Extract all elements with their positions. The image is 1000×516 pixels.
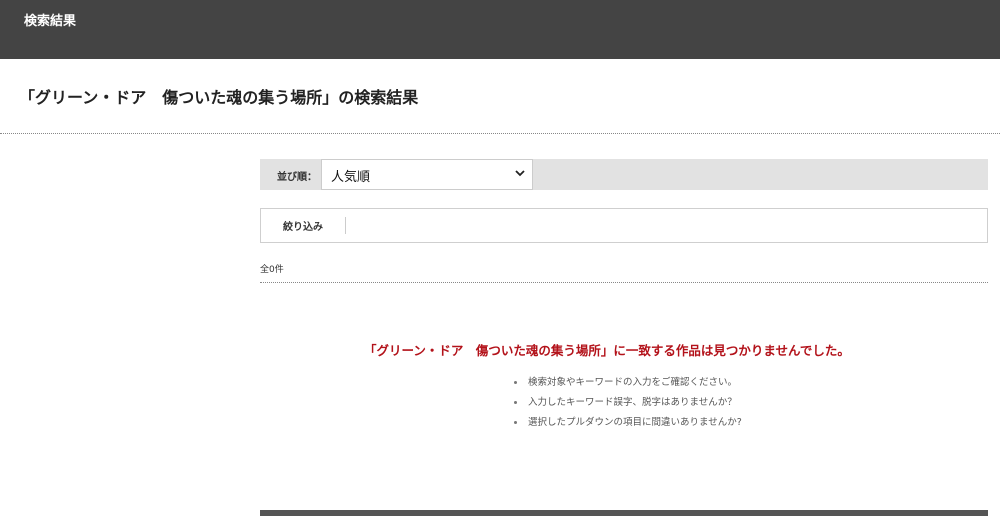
heading-divider [0, 133, 1000, 134]
hint-text: 選択したプルダウンの項目に間違いありませんか? [528, 417, 742, 428]
bullet-icon [514, 421, 517, 424]
result-count: 全0件 [260, 265, 284, 275]
hint-text: 検索対象やキーワードの入力をご確認ください。 [528, 377, 738, 388]
sort-bar: 並び順： 人気順 [260, 159, 988, 190]
sort-label: 並び順： [277, 172, 317, 183]
bullet-icon [514, 401, 517, 404]
sort-selected-value: 人気順 [331, 170, 371, 185]
hint-text: 入力したキーワード誤字、脱字はありませんか？ [528, 397, 737, 408]
hint-item: 選択したプルダウンの項目に間違いありませんか? [508, 415, 742, 435]
filter-divider [345, 217, 346, 234]
bullet-icon [514, 381, 517, 384]
hint-item: 検索対象やキーワードの入力をご確認ください。 [508, 375, 742, 395]
filter-bar: 絞り込み [260, 208, 988, 243]
sort-select[interactable]: 人気順 [321, 159, 533, 190]
chevron-down-icon [515, 170, 525, 177]
header-title: 検索結果 [24, 14, 77, 29]
footer-bar [260, 510, 988, 516]
hint-item: 入力したキーワード誤字、脱字はありませんか？ [508, 395, 742, 415]
no-result-message: 「グリーン・ドア 傷ついた魂の集う場所」に一致する作品は見つかりませんでした。 [364, 343, 850, 358]
page-title: 「グリーン・ドア 傷ついた魂の集う場所」の検索結果 [19, 88, 419, 107]
top-header-bar: 検索結果 [0, 0, 1000, 59]
filter-button[interactable]: 絞り込み [283, 218, 323, 233]
hint-list: 検索対象やキーワードの入力をご確認ください。 入力したキーワード誤字、脱字はあり… [508, 375, 742, 435]
results-divider [260, 282, 988, 283]
